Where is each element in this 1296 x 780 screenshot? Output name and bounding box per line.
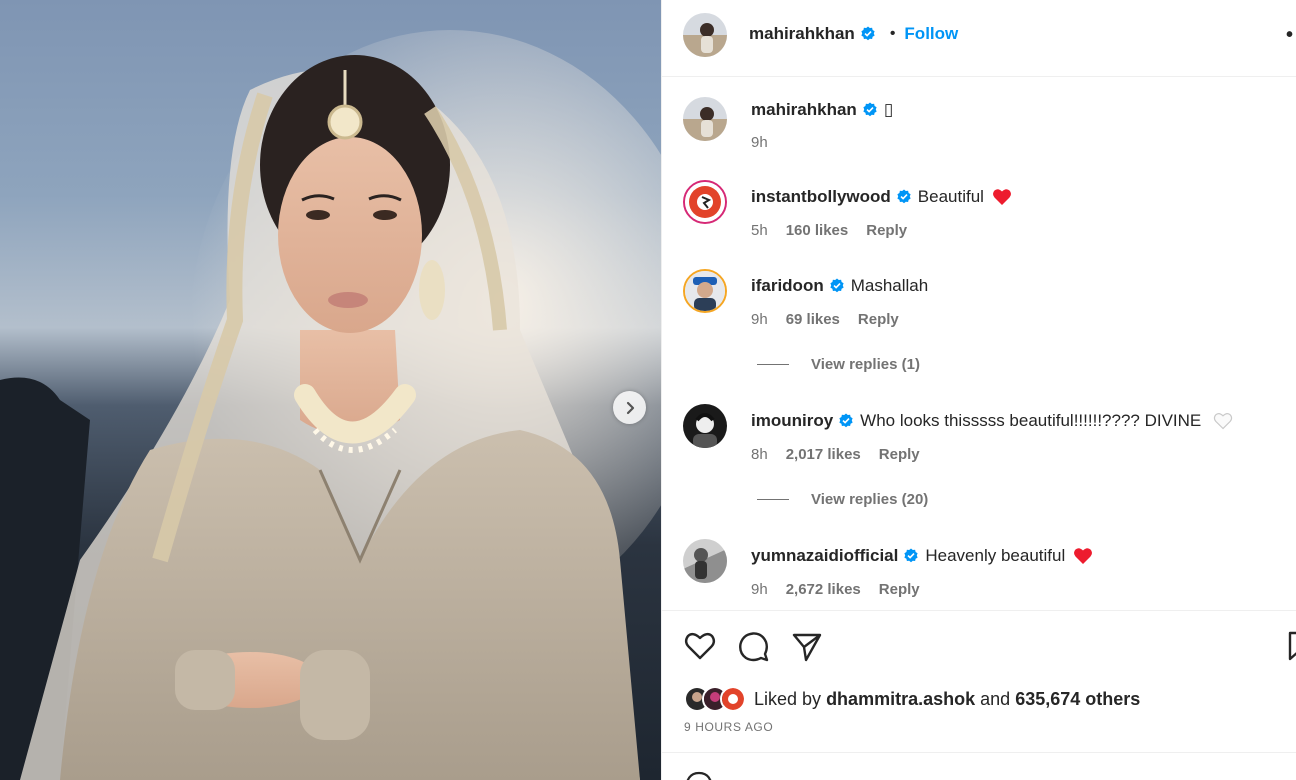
emoji-icon[interactable] (684, 771, 714, 780)
liker-avatars (684, 686, 746, 712)
caption-text: ▯ (883, 100, 894, 119)
post-actions: Liked by dhammitra.ashok and 635,674 oth… (662, 610, 1296, 752)
comment-likes[interactable]: 69 likes (786, 311, 840, 328)
comment-icon[interactable] (738, 631, 770, 663)
caption: mahirahkhan ▯ 9h (662, 97, 1296, 167)
commenter-avatar[interactable] (683, 404, 727, 448)
liked-by-row: Liked by dhammitra.ashok and 635,674 oth… (684, 686, 1140, 712)
caption-time[interactable]: 9h (751, 134, 768, 151)
reply-button[interactable]: Reply (879, 581, 920, 598)
post-side-panel: mahirahkhan • Follow • mahirahkhan ▯ 9h … (662, 0, 1296, 780)
liked-by-text: Liked by dhammitra.ashok and 635,674 oth… (754, 688, 1141, 709)
comment-item: instantbollywood Beautiful 5h 160 likes … (662, 180, 1296, 250)
next-arrow-icon (626, 401, 634, 414)
comment-likes[interactable]: 2,672 likes (786, 581, 861, 598)
view-replies-button[interactable]: View replies (20) (757, 491, 928, 508)
comment-time[interactable]: 9h (751, 581, 768, 598)
add-comment-bar[interactable] (662, 752, 1296, 780)
comment-text: Heavenly beautiful (925, 546, 1066, 565)
save-icon[interactable] (1288, 631, 1296, 663)
comment-text: Mashallah (850, 276, 929, 295)
red-heart-emoji-icon (992, 189, 1011, 205)
comment-username[interactable]: ifaridoon (751, 276, 824, 296)
commenter-avatar[interactable] (683, 269, 727, 313)
post-timestamp[interactable]: 9 HOURS AGO (684, 720, 773, 734)
post-header: mahirahkhan • Follow • (662, 0, 1296, 77)
post-photo (0, 30, 661, 780)
comment-item: imouniroy Who looks thisssss beautiful!!… (662, 404, 1296, 524)
replies-line (757, 364, 789, 365)
verified-icon (904, 548, 918, 563)
next-photo-button[interactable] (613, 391, 646, 424)
comment-time[interactable]: 8h (751, 446, 768, 463)
verified-icon (830, 278, 844, 293)
reply-button[interactable]: Reply (858, 311, 899, 328)
author-avatar[interactable] (683, 13, 727, 57)
reply-button[interactable]: Reply (879, 446, 920, 463)
author-username[interactable]: mahirahkhan (749, 24, 855, 44)
share-icon[interactable] (791, 631, 823, 663)
comment-text: Beautiful (917, 187, 984, 206)
verified-icon (861, 26, 875, 41)
caption-username[interactable]: mahirahkhan (751, 100, 857, 120)
comment-item: ifaridoon Mashallah 9h 69 likes Reply Vi… (662, 269, 1296, 389)
red-heart-emoji-icon (1074, 548, 1093, 564)
commenter-avatar[interactable] (683, 180, 727, 224)
verified-icon (863, 102, 877, 117)
like-icon[interactable] (684, 631, 716, 661)
caption-author-avatar[interactable] (683, 97, 727, 141)
comments-list[interactable]: mahirahkhan ▯ 9h instantbollywood Beauti… (662, 77, 1296, 610)
comment-likes[interactable]: 160 likes (786, 222, 849, 239)
comment-username[interactable]: imouniroy (751, 411, 833, 431)
author-name-row: mahirahkhan • Follow (749, 24, 958, 44)
post-media[interactable] (0, 0, 661, 780)
verified-icon (897, 189, 911, 204)
verified-icon (839, 413, 853, 428)
commenter-avatar[interactable] (683, 539, 727, 583)
white-heart-emoji-icon (1214, 413, 1233, 430)
view-replies-label: View replies (1) (811, 356, 920, 373)
liker-avatar[interactable] (720, 686, 746, 712)
comment-item: yumnazaidiofficial Heavenly beautiful 9h… (662, 539, 1296, 609)
comment-username[interactable]: yumnazaidiofficial (751, 546, 898, 566)
replies-line (757, 499, 789, 500)
follow-button[interactable]: Follow (904, 24, 958, 44)
view-replies-label: View replies (20) (811, 491, 929, 508)
reply-button[interactable]: Reply (866, 222, 907, 239)
liked-by-user[interactable]: dhammitra.ashok (826, 689, 975, 709)
view-replies-button[interactable]: View replies (1) (757, 356, 920, 373)
comment-time[interactable]: 9h (751, 311, 768, 328)
comment-text: Who looks thisssss beautiful!!!!!!???? D… (860, 411, 1202, 430)
comment-likes[interactable]: 2,017 likes (786, 446, 861, 463)
comment-time[interactable]: 5h (751, 222, 768, 239)
comment-username[interactable]: instantbollywood (751, 187, 891, 207)
liked-by-others[interactable]: 635,674 others (1015, 689, 1140, 709)
more-options-icon[interactable]: • (1286, 24, 1294, 47)
header-separator: • (889, 25, 896, 42)
